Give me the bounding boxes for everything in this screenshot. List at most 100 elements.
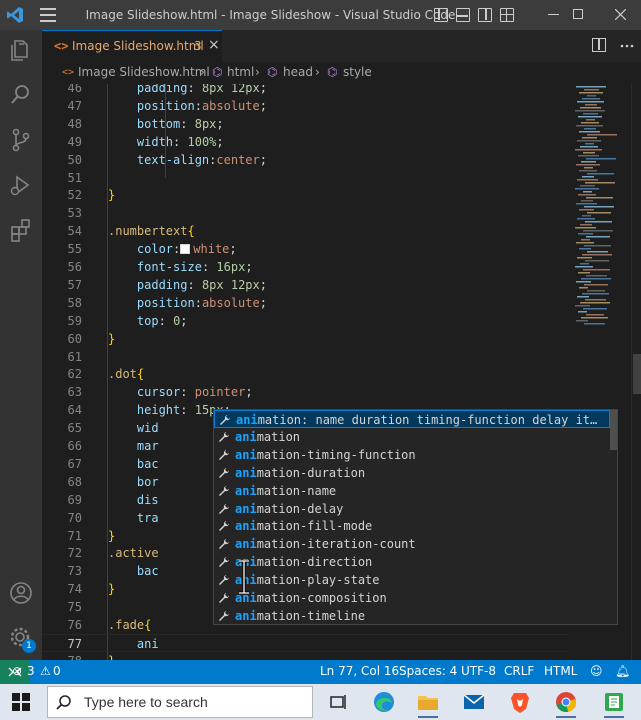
- minimap-line: [581, 200, 593, 202]
- search-icon[interactable]: [6, 80, 36, 110]
- code-line[interactable]: 77 ani: [42, 633, 569, 652]
- maximize-button[interactable]: [558, 0, 598, 30]
- code-line[interactable]: 78}: [42, 652, 569, 660]
- minimap-line: [576, 281, 591, 283]
- suggestion-item[interactable]: animation-composition: [214, 589, 610, 607]
- editor-tab[interactable]: <> Image Slideshow.html 3 ×: [42, 30, 222, 62]
- toggle-panel-icon[interactable]: [456, 8, 470, 22]
- code-line[interactable]: 63 cursor: pointer;: [42, 383, 569, 401]
- code-line[interactable]: 59 top: 0;: [42, 312, 569, 330]
- explorer-icon[interactable]: [6, 35, 36, 65]
- manage-gear-icon[interactable]: 1: [6, 623, 36, 653]
- minimap-line: [582, 176, 594, 178]
- suggestions-scrollbar[interactable]: [610, 410, 617, 450]
- notifications-icon[interactable]: 🔔︎: [615, 664, 630, 678]
- code-line[interactable]: 52}: [42, 186, 569, 204]
- edge-icon: [374, 692, 394, 712]
- line-number: 56: [67, 260, 82, 274]
- code-line[interactable]: 58 position:absolute;: [42, 294, 569, 312]
- property-wrench-icon: [219, 485, 229, 496]
- indentation[interactable]: Spaces: 4: [399, 664, 457, 678]
- code-line[interactable]: 54 .numbertext{: [42, 222, 569, 240]
- menu-icon[interactable]: [40, 8, 56, 22]
- brave-button[interactable]: [502, 686, 538, 718]
- error-count[interactable]: 3: [27, 664, 35, 678]
- property-wrench-icon: [219, 431, 229, 442]
- code-line[interactable]: 55 color: white;: [42, 240, 569, 258]
- editor-scrollbar[interactable]: [631, 84, 641, 660]
- minimap-line: [579, 131, 600, 133]
- suggestion-item[interactable]: animation-name: [214, 482, 610, 500]
- code-line[interactable]: 46 padding: 8px 12px;: [42, 84, 569, 97]
- more-actions-icon[interactable]: [620, 38, 634, 52]
- taskbar-search-box[interactable]: Type here to search: [47, 686, 313, 718]
- edge-button[interactable]: [366, 686, 402, 718]
- task-view-button[interactable]: [320, 686, 356, 718]
- property-wrench-icon: [219, 593, 229, 603]
- warning-icon[interactable]: ⚠: [40, 664, 51, 678]
- code-text: .numbertext{: [108, 224, 195, 239]
- tab-close-icon[interactable]: ×: [208, 37, 220, 53]
- split-editor-icon[interactable]: [592, 38, 606, 52]
- breadcrumb-item-html[interactable]: html: [227, 65, 254, 79]
- minimap-line: [586, 236, 610, 238]
- code-text: position:absolute;: [136, 98, 267, 113]
- suggestion-item[interactable]: animation-delay: [214, 500, 610, 518]
- suggestion-item[interactable]: animation-timing-function: [214, 446, 610, 464]
- suggestion-item[interactable]: animation-direction: [214, 553, 610, 571]
- code-line[interactable]: 53: [42, 204, 569, 222]
- minimap-line: [583, 269, 610, 271]
- suggestion-item[interactable]: animation-iteration-count: [214, 535, 610, 553]
- suggestion-item[interactable]: animation-fill-mode: [214, 517, 610, 535]
- minimap-line: [584, 89, 599, 91]
- breadcrumb-item-head[interactable]: head: [283, 65, 313, 79]
- feedback-icon[interactable]: ☺: [590, 664, 603, 678]
- chrome-button[interactable]: [548, 686, 584, 718]
- toggle-secondary-sidebar-icon[interactable]: [478, 8, 492, 22]
- language-mode[interactable]: HTML: [544, 664, 577, 678]
- code-line[interactable]: 49 width: 100%;: [42, 133, 569, 151]
- file-explorer-button[interactable]: [410, 686, 446, 718]
- code-line[interactable]: 56 font-size: 16px;: [42, 258, 569, 276]
- scrollbar-thumb[interactable]: [633, 354, 641, 394]
- windows-start-icon[interactable]: [12, 693, 30, 711]
- close-window-button[interactable]: [601, 0, 641, 30]
- code-line[interactable]: 47 position:absolute;: [42, 97, 569, 115]
- code-line[interactable]: 57 padding: 8px 12px;: [42, 276, 569, 294]
- line-number: 46: [67, 84, 82, 95]
- suggestion-item[interactable]: animation: [214, 428, 610, 446]
- breadcrumb-file[interactable]: Image Slideshow.html: [78, 65, 210, 79]
- code-text: }: [108, 188, 116, 203]
- suggestion-item[interactable]: animation-play-state: [214, 571, 610, 589]
- code-line[interactable]: 48 bottom: 8px;: [42, 115, 569, 133]
- code-line[interactable]: 60}: [42, 330, 569, 348]
- code-line[interactable]: 50 text-align:center;: [42, 151, 569, 169]
- toggle-primary-sidebar-icon[interactable]: [434, 8, 448, 22]
- suggestion-item[interactable]: animation-duration: [214, 464, 610, 482]
- encoding[interactable]: UTF-8: [461, 664, 496, 678]
- end-of-line[interactable]: CRLF: [504, 664, 534, 678]
- color-swatch[interactable]: [180, 244, 191, 255]
- search-icon: [56, 695, 71, 710]
- suggestion-item[interactable]: animation: name duration timing-function…: [214, 410, 610, 428]
- cursor-position[interactable]: Ln 77, Col 16: [320, 664, 399, 678]
- status-bar: ⊗ 3 ⚠ 0 Ln 77, Col 16 Spaces: 4 UTF-8 CR…: [0, 660, 641, 684]
- line-number: 65: [67, 421, 82, 436]
- code-line[interactable]: 51: [42, 169, 569, 187]
- extensions-icon[interactable]: [6, 215, 36, 245]
- error-icon[interactable]: ⊗: [12, 664, 22, 678]
- notepad-button[interactable]: [596, 686, 632, 718]
- breadcrumb-item-style[interactable]: style: [343, 65, 372, 79]
- warning-count[interactable]: 0: [53, 664, 61, 678]
- accounts-icon[interactable]: [6, 578, 36, 608]
- symbol-icon: ⌬: [212, 65, 223, 79]
- run-debug-icon[interactable]: [6, 170, 36, 200]
- code-line[interactable]: 61: [42, 348, 569, 366]
- property-wrench-icon: [219, 557, 229, 568]
- mail-button[interactable]: [456, 686, 492, 718]
- customize-layout-icon[interactable]: [500, 8, 514, 22]
- source-control-icon[interactable]: [6, 125, 36, 155]
- minimap-line: [583, 152, 595, 154]
- suggestion-item[interactable]: animation-timeline: [214, 607, 610, 624]
- code-line[interactable]: 62 .dot{: [42, 365, 569, 383]
